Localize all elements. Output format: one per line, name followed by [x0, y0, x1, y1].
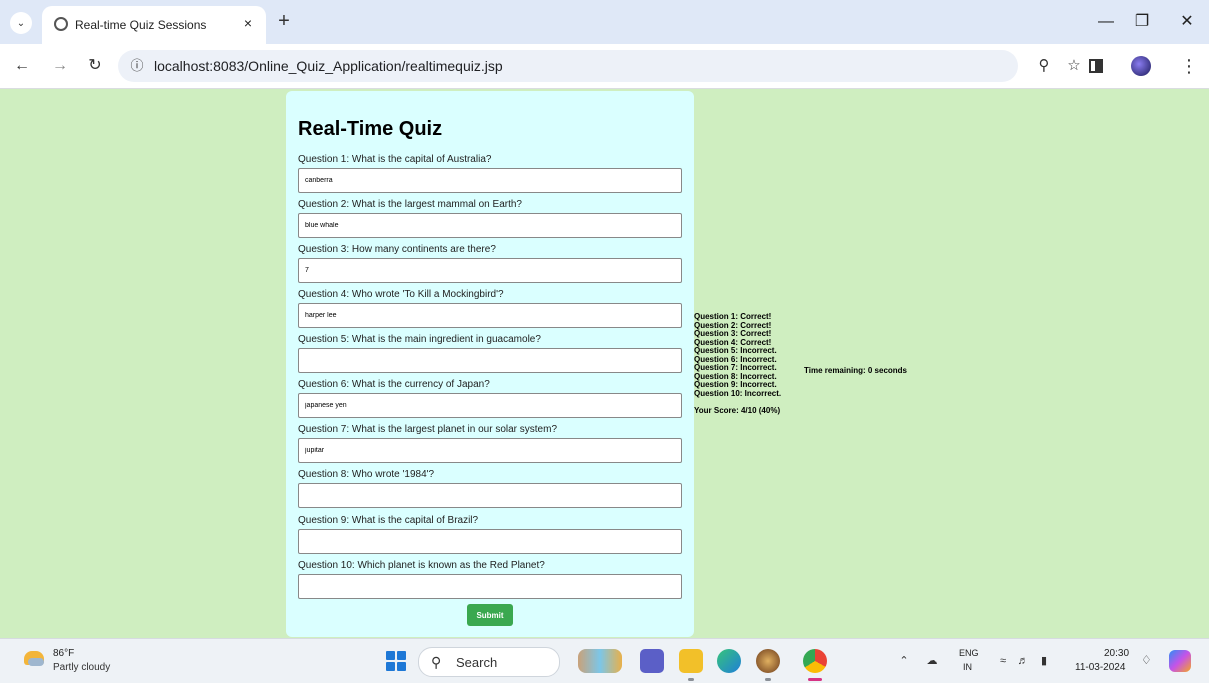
- wifi-icon[interactable]: ≈: [995, 654, 1011, 668]
- tab-strip: ⌄ Real-time Quiz Sessions × + — ❐ ✕: [0, 0, 1209, 44]
- forward-icon[interactable]: →: [50, 56, 70, 76]
- score-text: Your Score: 4/10 (40%): [694, 406, 781, 415]
- chevron-up-icon[interactable]: ⌃: [896, 654, 912, 668]
- search-icon: ⚲: [431, 654, 442, 670]
- question-label: Question 1: What is the capital of Austr…: [298, 154, 492, 165]
- weather-temp[interactable]: 86°F: [53, 648, 74, 659]
- teams-icon[interactable]: [640, 649, 664, 673]
- avatar[interactable]: [1131, 56, 1151, 76]
- question-label: Question 7: What is the largest planet i…: [298, 424, 558, 435]
- question-label: Question 2: What is the largest mammal o…: [298, 199, 522, 210]
- tab-active[interactable]: Real-time Quiz Sessions ×: [42, 6, 266, 44]
- result-line: Question 10: Incorrect.: [694, 388, 782, 398]
- windows-start-icon[interactable]: [386, 651, 406, 671]
- question-2: Question 2: What is the largest mammal o…: [298, 198, 682, 238]
- app-running-indicator: [688, 678, 694, 681]
- question-9: Question 9: What is the capital of Brazi…: [298, 514, 682, 554]
- tab-title: Real-time Quiz Sessions: [75, 18, 207, 32]
- close-tab-icon[interactable]: ×: [240, 15, 256, 31]
- answer-input-9[interactable]: [298, 529, 682, 554]
- submit-button[interactable]: Submit: [467, 604, 513, 626]
- clock-time[interactable]: 20:30: [1104, 648, 1129, 659]
- answer-input-8[interactable]: [298, 483, 682, 508]
- menu-icon[interactable]: ⋮: [1180, 56, 1198, 76]
- edge-icon[interactable]: [717, 649, 741, 673]
- answer-input-7[interactable]: [298, 438, 682, 463]
- question-4: Question 4: Who wrote 'To Kill a Mocking…: [298, 288, 682, 328]
- globe-icon: [54, 17, 68, 31]
- new-tab-button[interactable]: +: [274, 11, 294, 32]
- volume-icon[interactable]: ♬: [1015, 654, 1031, 668]
- question-label: Question 4: Who wrote 'To Kill a Mocking…: [298, 289, 504, 300]
- page-title: Real-Time Quiz: [298, 118, 443, 140]
- browser-toolbar: ← → ↻ ⓘ localhost:8083/Online_Quiz_Appli…: [0, 44, 1209, 89]
- onedrive-icon[interactable]: ☁: [924, 654, 940, 668]
- app-active-indicator: [808, 678, 822, 681]
- address-bar[interactable]: ⓘ localhost:8083/Online_Quiz_Application…: [118, 50, 1018, 82]
- answer-input-4[interactable]: [298, 303, 682, 328]
- minimize-button[interactable]: —: [1091, 10, 1121, 34]
- quiz-card: Real-Time Quiz Question 1: What is the c…: [286, 91, 694, 637]
- question-label: Question 6: What is the currency of Japa…: [298, 379, 490, 390]
- search-placeholder: Search: [456, 655, 498, 670]
- widgets-icon[interactable]: [578, 649, 622, 673]
- chrome-icon[interactable]: [803, 649, 827, 673]
- answer-input-6[interactable]: [298, 393, 682, 418]
- reload-icon[interactable]: ↻: [85, 56, 105, 76]
- results-panel: Question 1: Correct! Question 2: Correct…: [694, 312, 814, 416]
- restore-button[interactable]: ❐: [1127, 10, 1157, 34]
- question-label: Question 9: What is the capital of Brazi…: [298, 515, 479, 526]
- region-indicator[interactable]: IN: [963, 662, 972, 672]
- question-7: Question 7: What is the largest planet i…: [298, 423, 682, 463]
- answer-input-3[interactable]: [298, 258, 682, 283]
- close-window-button[interactable]: ✕: [1172, 10, 1202, 34]
- answer-input-2[interactable]: [298, 213, 682, 238]
- question-8: Question 8: Who wrote '1984'?: [298, 468, 682, 508]
- site-info-icon[interactable]: ⓘ: [129, 58, 145, 74]
- taskbar: 86°F Partly cloudy ⚲ Search ⌃ ☁ ENG IN ≈…: [0, 638, 1209, 683]
- question-10: Question 10: Which planet is known as th…: [298, 559, 682, 599]
- file-explorer-icon[interactable]: [679, 649, 703, 673]
- language-indicator[interactable]: ENG: [959, 648, 979, 658]
- answer-input-5[interactable]: [298, 348, 682, 373]
- answer-input-1[interactable]: [298, 168, 682, 193]
- weather-icon[interactable]: [24, 651, 44, 666]
- timer-text: Time remaining: 0 seconds: [804, 366, 907, 375]
- app-icon[interactable]: [756, 649, 780, 673]
- taskbar-search[interactable]: ⚲ Search: [418, 647, 560, 677]
- question-label: Question 5: What is the main ingredient …: [298, 334, 541, 345]
- question-1: Question 1: What is the capital of Austr…: [298, 153, 682, 193]
- star-icon[interactable]: ☆: [1064, 56, 1084, 76]
- question-label: Question 8: Who wrote '1984'?: [298, 469, 435, 480]
- url-text[interactable]: localhost:8083/Online_Quiz_Application/r…: [154, 58, 503, 74]
- battery-icon[interactable]: ▮: [1036, 654, 1052, 668]
- zoom-icon[interactable]: ⚲: [1034, 56, 1054, 76]
- notification-bell-icon[interactable]: ♢: [1141, 653, 1152, 667]
- question-label: Question 3: How many continents are ther…: [298, 244, 496, 255]
- clock-date[interactable]: 11-03-2024: [1075, 662, 1125, 673]
- side-panel-icon[interactable]: [1089, 59, 1103, 73]
- copilot-icon[interactable]: [1169, 650, 1191, 672]
- weather-desc[interactable]: Partly cloudy: [53, 662, 110, 673]
- app-running-indicator: [765, 678, 771, 681]
- question-label: Question 10: Which planet is known as th…: [298, 560, 545, 571]
- back-icon[interactable]: ←: [12, 56, 32, 76]
- question-3: Question 3: How many continents are ther…: [298, 243, 682, 283]
- answer-input-10[interactable]: [298, 574, 682, 599]
- tab-list-icon[interactable]: ⌄: [10, 12, 32, 34]
- question-5: Question 5: What is the main ingredient …: [298, 333, 682, 373]
- question-6: Question 6: What is the currency of Japa…: [298, 378, 682, 418]
